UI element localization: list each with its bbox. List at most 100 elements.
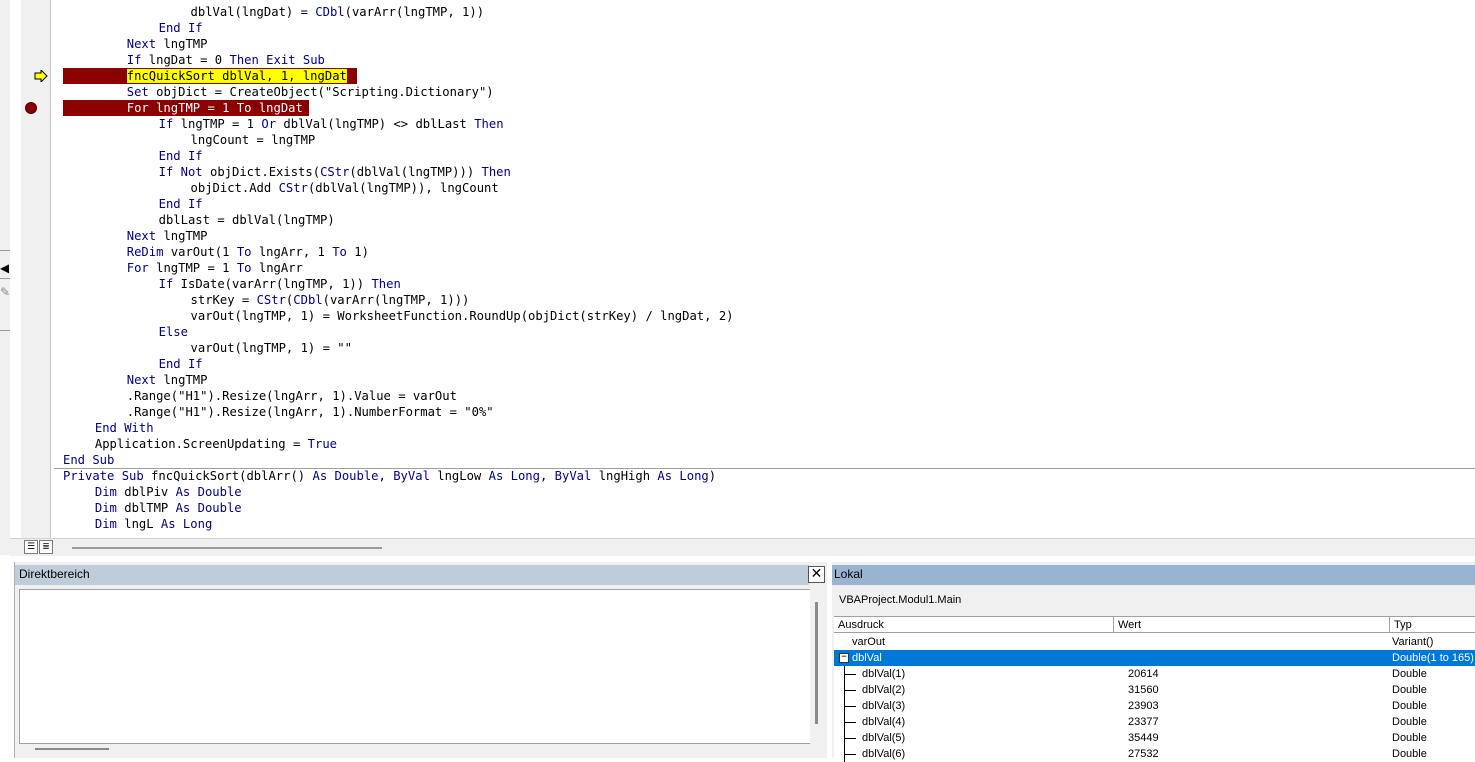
code-line[interactable]: End If <box>159 148 203 164</box>
locals-context: VBAProject.Modul1.Main <box>839 594 962 606</box>
tree-connector <box>844 722 856 723</box>
code-text: varOut(lngTMP, 1) = WorksheetFunction.Ro… <box>190 309 734 323</box>
locals-value[interactable]: 20614 <box>1128 666 1159 682</box>
breakpoint-icon[interactable] <box>25 102 37 114</box>
tree-connector <box>844 706 856 707</box>
code-line[interactable]: fncQuickSort dblVal, 1, lngDat <box>126 68 347 84</box>
locals-value[interactable]: 31560 <box>1128 682 1159 698</box>
code-keyword: End Sub <box>63 453 115 467</box>
code-line[interactable]: End If <box>159 356 203 372</box>
code-line[interactable]: Next lngTMP <box>127 228 208 244</box>
code-keyword: Then <box>474 117 504 131</box>
full-module-view-icon[interactable]: ≣ <box>39 540 53 554</box>
tree-collapse-icon[interactable]: − <box>839 653 849 663</box>
locals-value[interactable]: 23377 <box>1128 714 1159 730</box>
locals-row[interactable]: − dblVal Double(1 to 165) <box>834 650 1475 666</box>
code-text: lngTMP = 1 <box>173 117 262 131</box>
collapse-arrow-icon[interactable]: ◀ <box>0 261 9 275</box>
code-text: For lngTMP = 1 To lngDat <box>126 101 303 115</box>
locals-row[interactable]: dblVal(4) 23377 Double <box>834 714 1475 730</box>
locals-row[interactable]: varOut Variant() <box>834 634 1475 650</box>
code-keyword: Or <box>261 117 277 131</box>
procedure-view-icon[interactable]: ☰ <box>24 540 38 554</box>
execution-arrow-icon <box>34 70 48 82</box>
code-keyword: If <box>158 117 174 131</box>
immediate-input[interactable] <box>19 589 810 744</box>
locals-row[interactable]: dblVal(3) 23903 Double <box>834 698 1475 714</box>
strip-divider <box>0 250 10 251</box>
code-line[interactable]: End Sub <box>63 452 114 468</box>
horizontal-scrollbar[interactable] <box>72 547 382 549</box>
locals-expression: dblVal(5) <box>862 732 906 744</box>
code-text: , <box>539 469 555 483</box>
locals-expression: dblVal(2) <box>862 684 906 696</box>
code-line[interactable]: Else <box>159 324 188 340</box>
code-line[interactable]: Next lngTMP <box>127 36 208 52</box>
locals-row[interactable]: dblVal(5) 35449 Double <box>834 730 1475 746</box>
code-line[interactable]: lngCount = lngTMP <box>191 132 316 148</box>
code-keyword: Next <box>126 37 157 51</box>
locals-value[interactable]: 35449 <box>1128 730 1159 746</box>
code-line[interactable]: Set objDict = CreateObject("Scripting.Di… <box>127 84 494 100</box>
tree-connector <box>844 738 856 739</box>
code-keyword: End If <box>158 149 203 163</box>
column-header-expression[interactable]: Ausdruck <box>834 617 1114 633</box>
code-line[interactable]: dblVal(lngDat) = CDbl(varArr(lngTMP, 1)) <box>191 4 485 20</box>
code-text: (varArr(lngTMP, 1))) <box>322 293 470 307</box>
code-line[interactable]: objDict.Add CStr(dblVal(lngTMP)), lngCou… <box>191 180 499 196</box>
code-line[interactable]: If IsDate(varArr(lngTMP, 1)) Then <box>159 276 401 292</box>
code-line[interactable]: If Not objDict.Exists(CStr(dblVal(lngTMP… <box>159 164 511 180</box>
code-keyword: ByVal <box>554 469 592 483</box>
code-line[interactable]: If lngTMP = 1 Or dblVal(lngTMP) <> dblLa… <box>159 116 504 132</box>
code-editor[interactable]: dblVal(lngDat) = CDbl(varArr(lngTMP, 1))… <box>54 0 1475 538</box>
code-line[interactable]: For lngTMP = 1 To lngDat <box>127 100 303 116</box>
code-line[interactable]: .Range("H1").Resize(lngArr, 1).NumberFor… <box>127 404 494 420</box>
code-keyword: Else <box>158 325 188 339</box>
code-keyword: Dim <box>94 501 117 515</box>
column-header-value[interactable]: Wert <box>1114 617 1390 633</box>
vertical-scrollbar[interactable] <box>815 602 818 724</box>
locals-value[interactable]: 27532 <box>1128 746 1159 762</box>
code-line[interactable]: dblLast = dblVal(lngTMP) <box>159 212 335 228</box>
code-line[interactable]: Dim dblTMP As Double <box>95 500 242 516</box>
code-line[interactable]: End If <box>159 196 203 212</box>
code-line[interactable]: Next lngTMP <box>127 372 208 388</box>
code-line[interactable]: .Range("H1").Resize(lngArr, 1).Value = v… <box>127 388 457 404</box>
code-line[interactable]: varOut(lngTMP, 1) = WorksheetFunction.Ro… <box>191 308 734 324</box>
locals-expression: dblVal(3) <box>862 700 906 712</box>
code-line[interactable]: End If <box>159 20 203 36</box>
code-text: strKey = <box>190 293 257 307</box>
code-line[interactable]: ReDim varOut(1 To lngArr, 1 To 1) <box>127 244 369 260</box>
code-keyword: End If <box>158 357 203 371</box>
strip-divider <box>0 330 10 331</box>
code-keyword: If <box>126 53 142 67</box>
code-keyword: CStr <box>320 165 350 179</box>
code-line[interactable]: Application.ScreenUpdating = True <box>95 436 337 452</box>
code-line[interactable]: Dim lngL As Long <box>95 516 212 532</box>
code-keyword: End If <box>158 21 203 35</box>
code-text: (dblVal(lngTMP))) <box>349 165 482 179</box>
code-line[interactable]: For lngTMP = 1 To lngArr <box>127 260 303 276</box>
locals-row[interactable]: dblVal(1) 20614 Double <box>834 666 1475 682</box>
code-keyword: Next <box>126 229 157 243</box>
close-icon[interactable]: ✕ <box>808 566 825 583</box>
code-line[interactable]: varOut(lngTMP, 1) = "" <box>191 340 352 356</box>
code-line[interactable]: If lngDat = 0 Then Exit Sub <box>127 52 325 68</box>
locals-row[interactable]: dblVal(6) 27532 Double <box>834 746 1475 762</box>
locals-type: Double <box>1392 716 1427 728</box>
horizontal-scrollbar[interactable] <box>35 748 109 750</box>
code-line[interactable]: End With <box>95 420 154 436</box>
locals-value[interactable]: 23903 <box>1128 698 1159 714</box>
locals-type: Double <box>1392 748 1427 760</box>
code-line[interactable]: Private Sub fncQuickSort(dblArr() As Dou… <box>63 468 716 484</box>
code-text: lngTMP <box>156 373 208 387</box>
code-text: lngTMP <box>156 229 208 243</box>
locals-grid: Ausdruck Wert Typ varOut Variant() − dblVal… <box>834 616 1475 762</box>
code-keyword: CStr <box>278 181 308 195</box>
code-keyword: ByVal <box>393 469 430 483</box>
locals-row[interactable]: dblVal(2) 31560 Double <box>834 682 1475 698</box>
column-header-type[interactable]: Typ <box>1390 617 1475 633</box>
code-line[interactable]: Dim dblPiv As Double <box>95 484 242 500</box>
code-keyword: Dim <box>94 517 117 531</box>
code-line[interactable]: strKey = CStr(CDbl(varArr(lngTMP, 1))) <box>191 292 470 308</box>
